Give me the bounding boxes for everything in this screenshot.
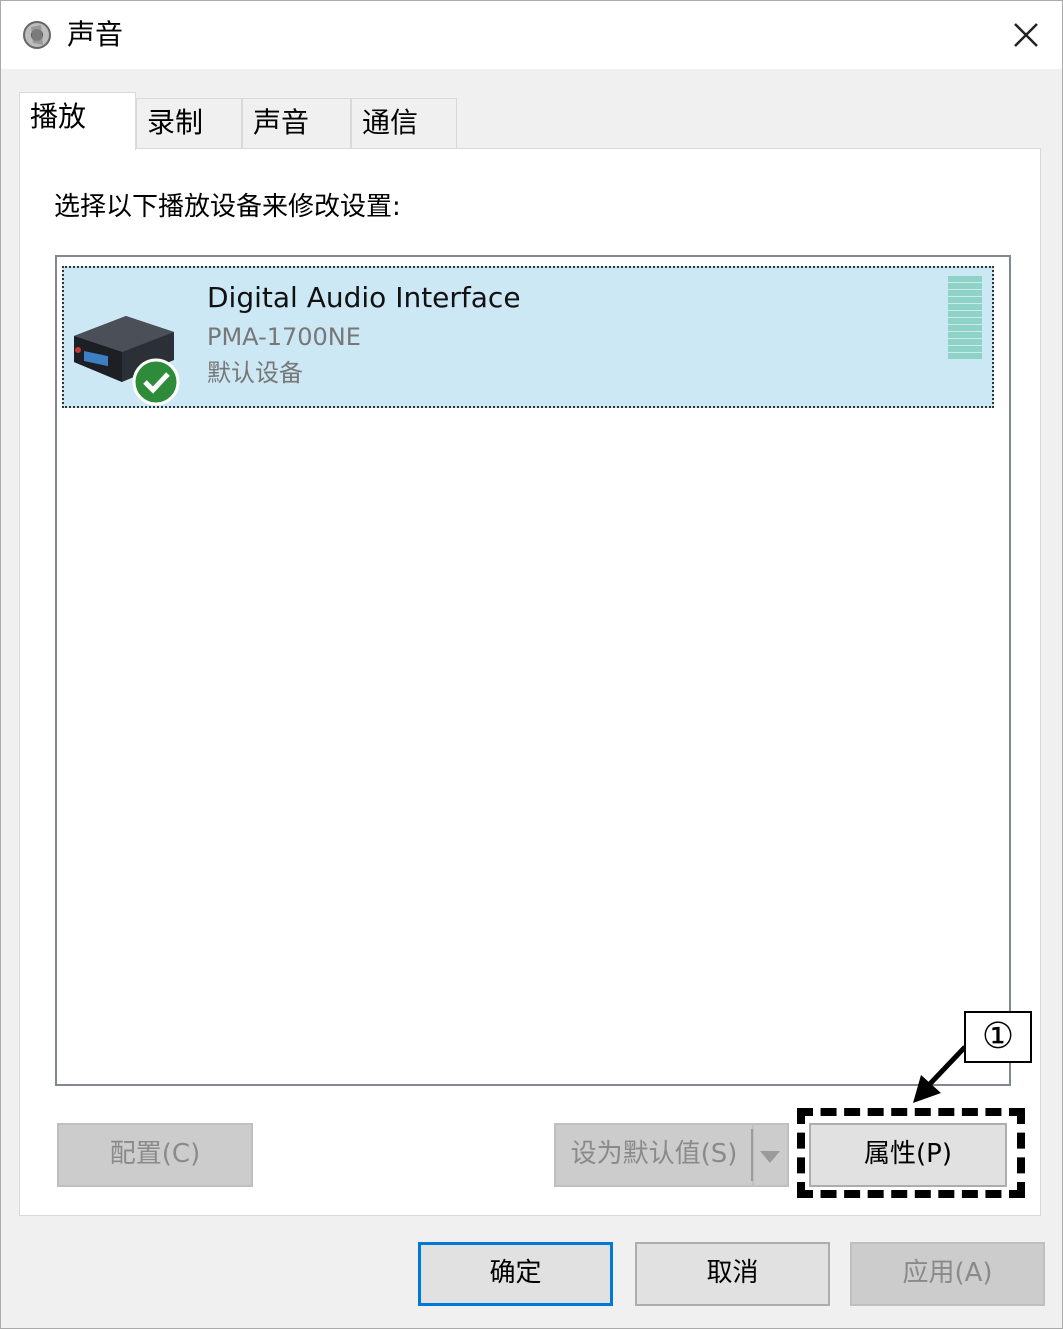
check-circle-icon [132, 358, 180, 406]
sound-dialog: 声音 播放 录制 声音 通信 选择以下播放设备来修改设置: Digital Au… [0, 0, 1063, 1329]
list-item[interactable]: Digital Audio Interface PMA-1700NE 默认设备 [62, 266, 994, 408]
title-bar: 声音 [1, 1, 1062, 69]
tab-playback[interactable]: 播放 [19, 92, 136, 150]
chevron-down-icon [760, 1151, 780, 1163]
callout-number: ① [964, 1011, 1032, 1063]
volume-level-meter [948, 276, 982, 366]
ok-button[interactable]: 确定 [418, 1242, 613, 1306]
tab-sounds[interactable]: 声音 [242, 98, 351, 148]
set-default-dropdown-button[interactable] [753, 1123, 789, 1187]
device-model: PMA-1700NE [207, 323, 361, 351]
device-name: Digital Audio Interface [207, 281, 521, 314]
speaker-icon [23, 21, 51, 49]
properties-button[interactable]: 属性(P) [809, 1123, 1007, 1187]
apply-button[interactable]: 应用(A) [850, 1242, 1045, 1306]
tab-communications[interactable]: 通信 [351, 98, 457, 148]
set-default-button[interactable]: 设为默认值(S) [554, 1123, 754, 1187]
device-status: 默认设备 [207, 359, 303, 387]
cancel-button[interactable]: 取消 [635, 1242, 830, 1306]
tab-panel: 选择以下播放设备来修改设置: Digital Audio Interface P… [19, 148, 1041, 1216]
split-divider [751, 1129, 753, 1181]
window-title: 声音 [67, 18, 124, 51]
audio-device-icon [74, 316, 180, 406]
device-list[interactable]: Digital Audio Interface PMA-1700NE 默认设备 [55, 255, 1011, 1086]
close-button[interactable] [1004, 13, 1048, 57]
configure-button[interactable]: 配置(C) [57, 1123, 253, 1187]
tab-recording[interactable]: 录制 [136, 98, 242, 148]
instruction-text: 选择以下播放设备来修改设置: [54, 192, 401, 222]
close-icon [1014, 23, 1038, 47]
